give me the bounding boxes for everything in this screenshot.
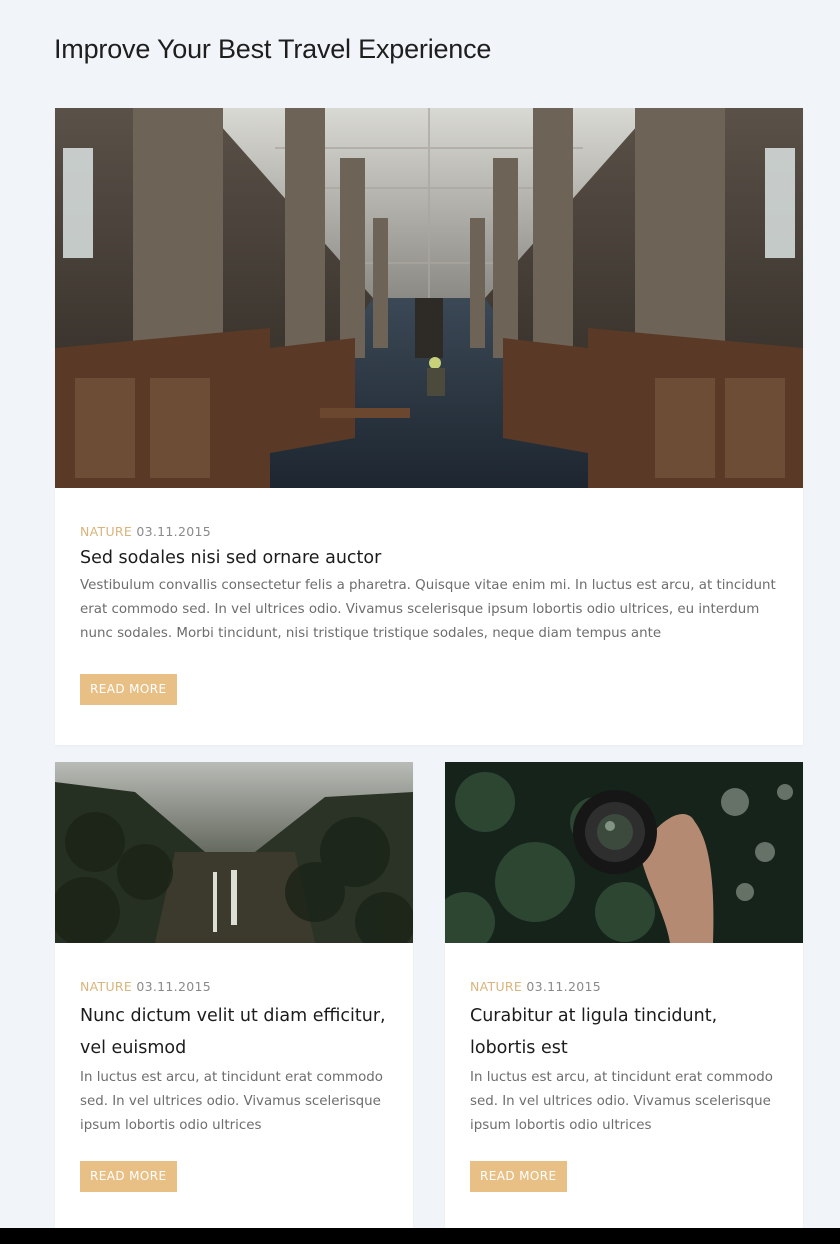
post-meta: NATURE 03.11.2015	[80, 979, 388, 994]
waterfall-image	[55, 762, 413, 943]
post-card-lens: NATURE 03.11.2015 Curabitur at ligula ti…	[445, 762, 803, 1232]
post-excerpt: In luctus est arcu, at tincidunt erat co…	[80, 1070, 383, 1133]
hand-holding-lens-photo[interactable]	[445, 762, 803, 943]
read-more-button[interactable]: READ MORE	[80, 674, 177, 705]
post-category[interactable]: NATURE	[80, 524, 132, 539]
post-meta: NATURE 03.11.2015	[470, 979, 778, 994]
post-card-waterfall: NATURE 03.11.2015 Nunc dictum velit ut d…	[55, 762, 413, 1232]
post-category[interactable]: NATURE	[470, 979, 522, 994]
section-title: Improve Your Best Travel Experience	[54, 34, 492, 64]
featured-post-card: NATURE 03.11.2015 Sed sodales nisi sed o…	[55, 108, 803, 745]
bottom-edge-bar	[0, 1228, 840, 1244]
post-excerpt: Vestibulum convallis consectetur felis a…	[80, 578, 776, 641]
post-title[interactable]: Curabitur at ligula tincidunt, lobortis …	[470, 1000, 778, 1064]
post-meta: NATURE 03.11.2015	[80, 524, 778, 539]
post-date: 03.11.2015	[136, 524, 211, 539]
post-title[interactable]: Nunc dictum velit ut diam efficitur, vel…	[80, 1000, 388, 1064]
post-date: 03.11.2015	[526, 979, 601, 994]
post-date: 03.11.2015	[136, 979, 211, 994]
misty-waterfall-photo[interactable]	[55, 762, 413, 943]
post-title[interactable]: Sed sodales nisi sed ornare auctor	[80, 545, 778, 571]
library-hall-image	[55, 108, 803, 488]
post-category[interactable]: NATURE	[80, 979, 132, 994]
library-hall-photo[interactable]	[55, 108, 803, 488]
read-more-button[interactable]: READ MORE	[80, 1161, 177, 1192]
post-excerpt: In luctus est arcu, at tincidunt erat co…	[470, 1070, 773, 1133]
read-more-button[interactable]: READ MORE	[470, 1161, 567, 1192]
lens-image	[445, 762, 803, 943]
